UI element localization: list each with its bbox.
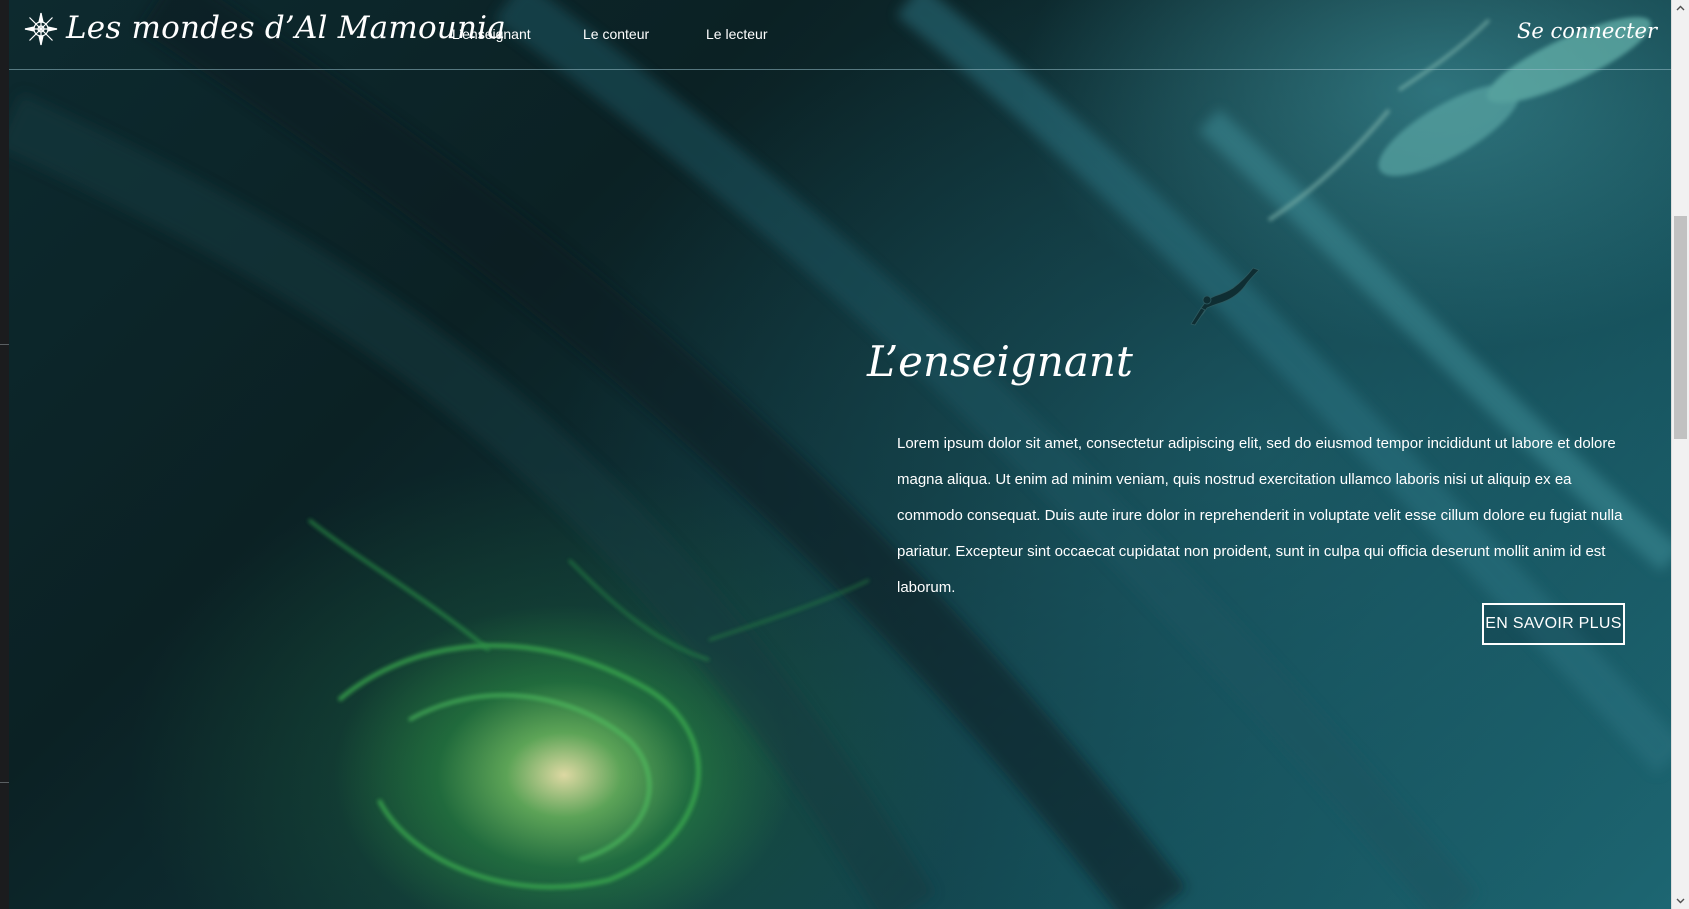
learn-more-button[interactable]: EN SAVOIR PLUS bbox=[1482, 603, 1625, 645]
scrollbar-thumb[interactable] bbox=[1674, 216, 1687, 439]
browser-viewport: Les mondes d’Al Mamounia L’enseignant Le… bbox=[0, 0, 1689, 909]
left-edge-tick bbox=[0, 782, 9, 783]
vertical-scrollbar[interactable] bbox=[1671, 0, 1689, 909]
login-link[interactable]: Se connecter bbox=[1517, 19, 1657, 43]
chevron-down-icon[interactable] bbox=[1675, 895, 1686, 906]
site-title[interactable]: Les mondes d’Al Mamounia bbox=[66, 10, 506, 46]
nav-link-enseignant[interactable]: L’enseignant bbox=[452, 26, 531, 42]
chevron-up-icon[interactable] bbox=[1675, 3, 1686, 14]
nav-link-lecteur[interactable]: Le lecteur bbox=[706, 26, 767, 42]
section-description: Lorem ipsum dolor sit amet, consectetur … bbox=[897, 435, 1623, 596]
hero-section: Les mondes d’Al Mamounia L’enseignant Le… bbox=[9, 0, 1671, 909]
left-edge-strip bbox=[0, 0, 9, 909]
left-edge-tick bbox=[0, 344, 9, 345]
top-navigation-bar: Les mondes d’Al Mamounia L’enseignant Le… bbox=[9, 0, 1671, 70]
section-title: L’enseignant bbox=[867, 337, 1133, 386]
diver-illustration bbox=[1190, 267, 1260, 326]
compass-rose-icon[interactable] bbox=[24, 12, 58, 46]
nav-link-conteur[interactable]: Le conteur bbox=[583, 26, 649, 42]
